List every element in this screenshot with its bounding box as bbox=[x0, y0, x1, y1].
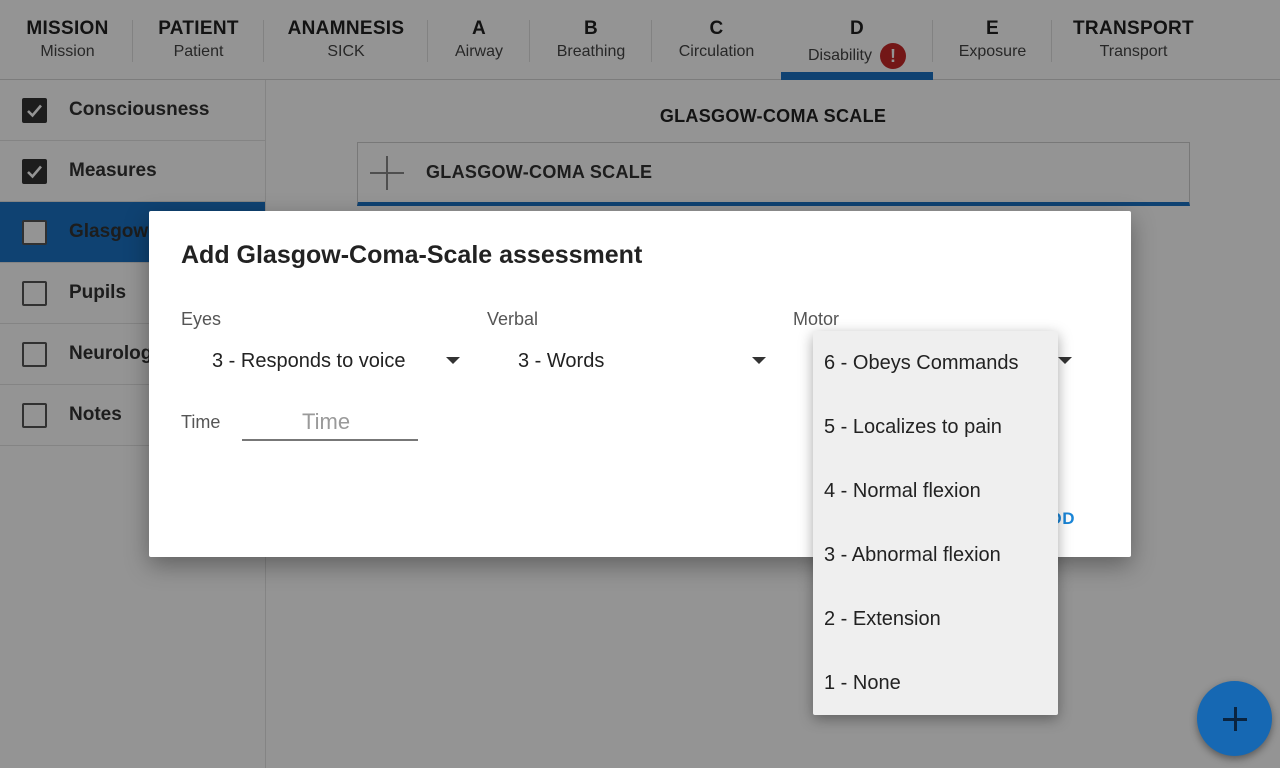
motor-option[interactable]: 4 - Normal flexion bbox=[813, 459, 1058, 523]
eyes-label: Eyes bbox=[181, 309, 222, 329]
motor-label: Motor bbox=[793, 309, 840, 329]
plus-icon bbox=[1222, 706, 1247, 731]
verbal-select[interactable]: 3 - Words bbox=[487, 343, 773, 379]
chevron-down-icon bbox=[752, 357, 766, 364]
motor-option[interactable]: 6 - Obeys Commands bbox=[813, 331, 1058, 395]
motor-dropdown-menu: 6 - Obeys Commands 5 - Localizes to pain… bbox=[813, 331, 1058, 715]
eyes-select-value: 3 - Responds to voice bbox=[212, 349, 406, 372]
eyes-select[interactable]: 3 - Responds to voice bbox=[181, 343, 467, 379]
motor-option[interactable]: 1 - None bbox=[813, 651, 1058, 715]
motor-option[interactable]: 5 - Localizes to pain bbox=[813, 395, 1058, 459]
dialog-title: Add Glasgow-Coma-Scale assessment bbox=[181, 241, 643, 269]
chevron-down-icon bbox=[446, 357, 460, 364]
motor-option[interactable]: 2 - Extension bbox=[813, 587, 1058, 651]
verbal-label: Verbal bbox=[487, 309, 539, 329]
chevron-down-icon bbox=[1058, 357, 1072, 364]
time-label: Time bbox=[181, 412, 221, 432]
time-input[interactable] bbox=[242, 405, 418, 441]
add-fab-button[interactable] bbox=[1197, 681, 1272, 756]
motor-option[interactable]: 3 - Abnormal flexion bbox=[813, 523, 1058, 587]
verbal-select-value: 3 - Words bbox=[518, 349, 605, 372]
